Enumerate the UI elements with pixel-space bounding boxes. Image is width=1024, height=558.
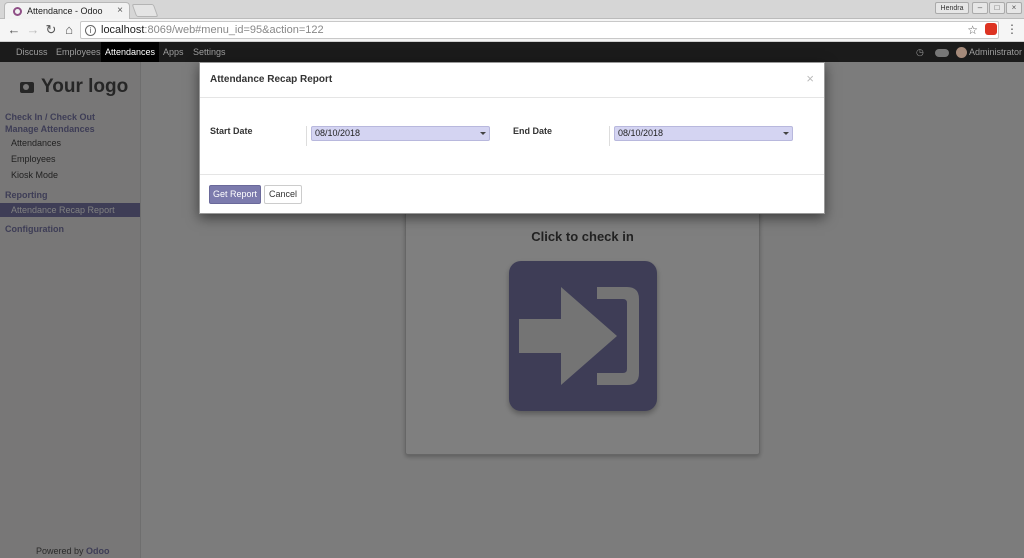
activity-clock-icon[interactable]: ◷: [916, 47, 924, 58]
tab-title: Attendance - Odoo: [27, 6, 103, 16]
avatar[interactable]: [956, 47, 967, 58]
forward-icon[interactable]: →: [25, 22, 41, 38]
address-bar: ← → ↻ ⌂ i localhost:8069/web#menu_id=95&…: [0, 19, 1024, 42]
menu-settings[interactable]: Settings: [189, 42, 230, 62]
start-date-label: Start Date: [210, 126, 253, 136]
odoo-main-navbar: Discuss Employees Attendances Apps Setti…: [0, 42, 1024, 62]
chevron-down-icon[interactable]: [480, 132, 486, 135]
tab-close-icon[interactable]: ×: [117, 5, 123, 16]
url-input[interactable]: i localhost:8069/web#menu_id=95&action=1…: [80, 21, 999, 39]
get-report-button[interactable]: Get Report: [209, 185, 261, 204]
browser-menu-icon[interactable]: ⋮: [1006, 22, 1018, 36]
browser-tab-bar: Attendance - Odoo × Hendra – □ ×: [0, 0, 1024, 19]
reload-icon[interactable]: ↻: [43, 22, 59, 38]
modal-title: Attendance Recap Report: [210, 74, 333, 85]
end-date-value: 08/10/2018: [618, 128, 664, 138]
end-date-label: End Date: [513, 126, 553, 136]
modal-footer: Get Report Cancel: [200, 174, 824, 214]
back-icon[interactable]: ←: [6, 22, 22, 38]
attendance-recap-dialog: Attendance Recap Report × Start Date 08/…: [199, 62, 825, 214]
close-window-button[interactable]: ×: [1006, 2, 1022, 14]
chat-icon[interactable]: [935, 49, 949, 57]
close-icon[interactable]: ×: [806, 71, 814, 86]
user-menu[interactable]: Administrator: [969, 42, 1022, 62]
start-date-value: 08/10/2018: [315, 128, 361, 138]
new-tab-button[interactable]: [131, 4, 159, 17]
field-divider: [306, 126, 307, 146]
menu-attendances[interactable]: Attendances: [101, 42, 160, 62]
odoo-favicon-icon: [13, 6, 22, 16]
adblock-extension-icon[interactable]: [985, 23, 997, 35]
field-divider: [609, 126, 610, 146]
site-info-icon[interactable]: i: [85, 24, 96, 36]
end-date-input[interactable]: 08/10/2018: [614, 126, 793, 141]
url-host: localhost: [101, 24, 145, 36]
cancel-button[interactable]: Cancel: [264, 185, 302, 204]
bookmark-star-icon[interactable]: ☆: [967, 23, 978, 37]
browser-tab[interactable]: Attendance - Odoo ×: [4, 2, 130, 19]
minimize-button[interactable]: –: [972, 2, 988, 14]
menu-discuss[interactable]: Discuss: [12, 42, 52, 62]
modal-header: Attendance Recap Report ×: [200, 63, 824, 98]
maximize-button[interactable]: □: [989, 2, 1005, 14]
menu-employees[interactable]: Employees: [52, 42, 105, 62]
home-icon[interactable]: ⌂: [61, 22, 77, 38]
start-date-input[interactable]: 08/10/2018: [311, 126, 490, 141]
menu-apps[interactable]: Apps: [159, 42, 188, 62]
chevron-down-icon[interactable]: [783, 132, 789, 135]
url-path: :8069/web#menu_id=95&action=122: [144, 24, 324, 36]
window-user-badge[interactable]: Hendra: [935, 2, 969, 14]
